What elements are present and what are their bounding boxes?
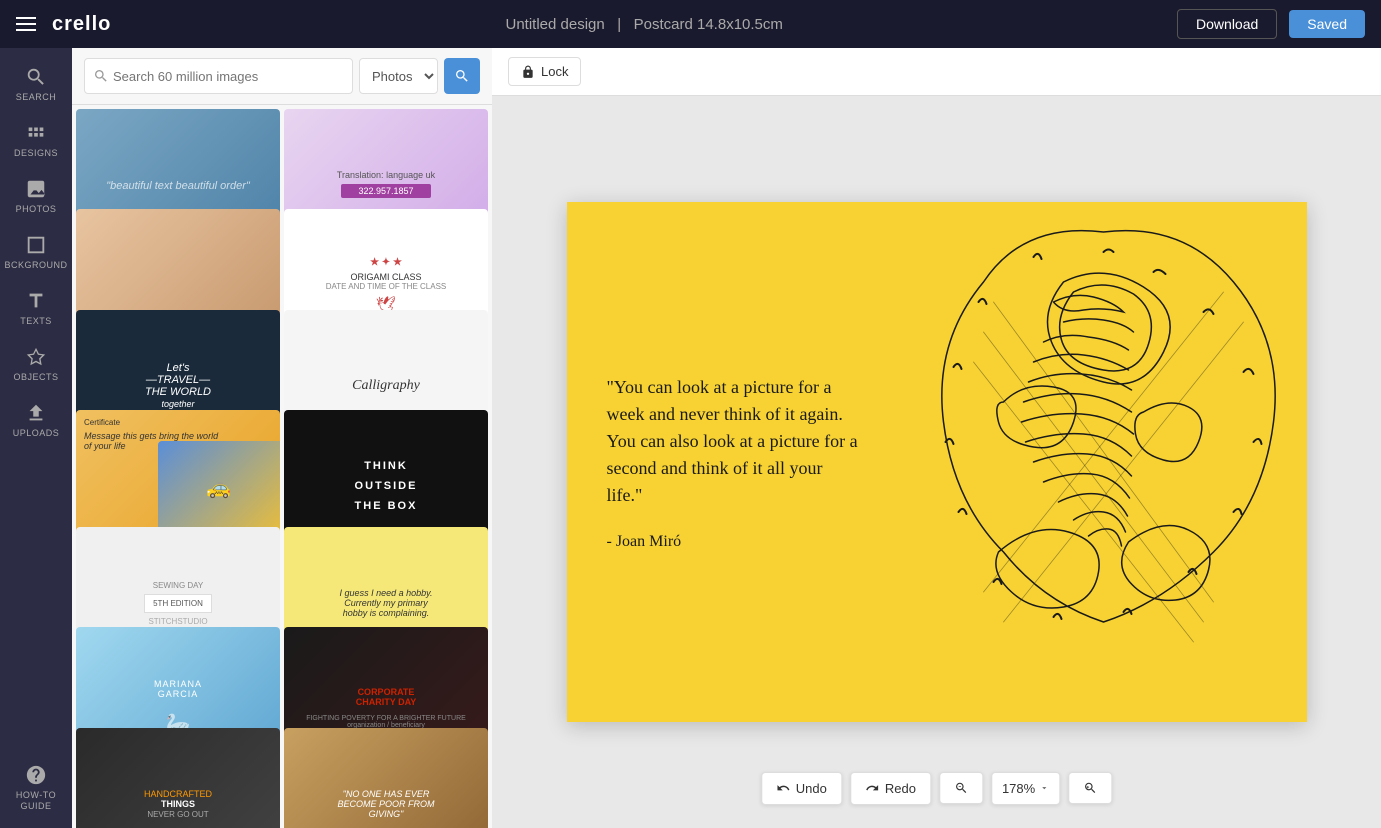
postcard-design: "You can look at a picture for a week an…: [567, 202, 1307, 722]
search-submit-button[interactable]: [444, 58, 480, 94]
photos-filter-select[interactable]: Photos: [359, 58, 438, 94]
zoom-value: 178%: [1002, 781, 1035, 796]
panel-search-icon: [93, 68, 109, 84]
canvas-toolbar: Lock: [492, 48, 1381, 96]
canvas-area: Lock "You can look at a picture for a we…: [492, 48, 1381, 828]
objects-icon: [25, 346, 47, 368]
template-card[interactable]: "NO ONE HAS EVERBECOME POOR FROMGIVING" …: [284, 728, 488, 828]
bottom-toolbar: Undo Redo 178%: [761, 764, 1112, 812]
sidebar: SEARCH DESIGNS PHOTOS BCKGROUND TEXTS OB…: [0, 48, 72, 828]
zoom-display: 178%: [991, 772, 1060, 805]
topbar-left: crello: [16, 13, 111, 36]
sidebar-item-texts[interactable]: TEXTS: [0, 280, 72, 336]
sidebar-item-objects-label: OBJECTS: [13, 372, 58, 382]
undo-button[interactable]: Undo: [761, 772, 842, 805]
redo-label: Redo: [885, 781, 916, 796]
design-size: Postcard 14.8x10.5cm: [634, 16, 783, 33]
sidebar-item-search[interactable]: SEARCH: [0, 56, 72, 112]
search-input[interactable]: [109, 63, 344, 90]
undo-icon: [776, 781, 790, 795]
sidebar-item-designs-label: DESIGNS: [14, 148, 58, 158]
sidebar-item-texts-label: TEXTS: [20, 316, 52, 326]
template-card[interactable]: HANDCRAFTED THINGS NEVER GO OUT FREE: [76, 728, 280, 828]
postcard-quote: "You can look at a picture for a week an…: [607, 374, 860, 509]
zoom-in-button[interactable]: [1068, 772, 1112, 804]
sidebar-item-background[interactable]: BCKGROUND: [0, 224, 72, 280]
background-icon: [25, 234, 47, 256]
sidebar-item-photos-label: PHOTOS: [16, 204, 57, 214]
zoom-out-button[interactable]: [939, 772, 983, 804]
sidebar-item-uploads[interactable]: UPLOADS: [0, 392, 72, 448]
sidebar-item-uploads-label: UPLOADS: [13, 428, 60, 438]
menu-button[interactable]: [16, 17, 36, 31]
sidebar-item-search-label: SEARCH: [16, 92, 57, 102]
scribble-illustration: [900, 202, 1307, 722]
main-layout: SEARCH DESIGNS PHOTOS BCKGROUND TEXTS OB…: [0, 48, 1381, 828]
sidebar-item-designs[interactable]: DESIGNS: [0, 112, 72, 168]
templates-grid: "beautiful text beautiful order" FREE Tr…: [72, 105, 492, 828]
lock-label: Lock: [541, 64, 568, 79]
download-button[interactable]: Download: [1177, 9, 1277, 39]
lock-button[interactable]: Lock: [508, 57, 581, 86]
design-title[interactable]: Untitled design: [506, 16, 605, 33]
zoom-out-icon: [954, 781, 968, 795]
texts-icon: [25, 290, 47, 312]
topbar-right: Download Saved: [1177, 9, 1365, 39]
uploads-icon: [25, 402, 47, 424]
designs-icon: [25, 122, 47, 144]
lock-icon: [521, 65, 535, 79]
search-bar: Photos: [72, 48, 492, 105]
sidebar-item-objects[interactable]: OBJECTS: [0, 336, 72, 392]
logo: crello: [52, 13, 111, 36]
redo-icon: [865, 781, 879, 795]
search-submit-icon: [454, 68, 470, 84]
postcard-author: - Joan Miró: [607, 533, 860, 551]
topbar: crello Untitled design | Postcard 14.8x1…: [0, 0, 1381, 48]
postcard-text-area: "You can look at a picture for a week an…: [567, 202, 900, 722]
saved-button[interactable]: Saved: [1289, 10, 1365, 38]
topbar-center: Untitled design | Postcard 14.8x10.5cm: [506, 16, 783, 33]
zoom-dropdown-icon: [1039, 783, 1049, 793]
sidebar-item-howto[interactable]: HOW-TOGUIDE: [0, 754, 72, 828]
sidebar-item-background-label: BCKGROUND: [4, 260, 67, 270]
undo-label: Undo: [796, 781, 827, 796]
sidebar-item-howto-label: HOW-TOGUIDE: [16, 790, 56, 812]
search-wrapper: [84, 58, 353, 94]
howto-icon: [25, 764, 47, 786]
canvas-container[interactable]: "You can look at a picture for a week an…: [492, 96, 1381, 828]
photos-icon: [25, 178, 47, 200]
search-icon: [25, 66, 47, 88]
zoom-in-icon: [1083, 781, 1097, 795]
redo-button[interactable]: Redo: [850, 772, 931, 805]
panel: Photos "beautiful text beautiful order" …: [72, 48, 492, 828]
postcard-illustration: [900, 202, 1307, 722]
sidebar-item-photos[interactable]: PHOTOS: [0, 168, 72, 224]
